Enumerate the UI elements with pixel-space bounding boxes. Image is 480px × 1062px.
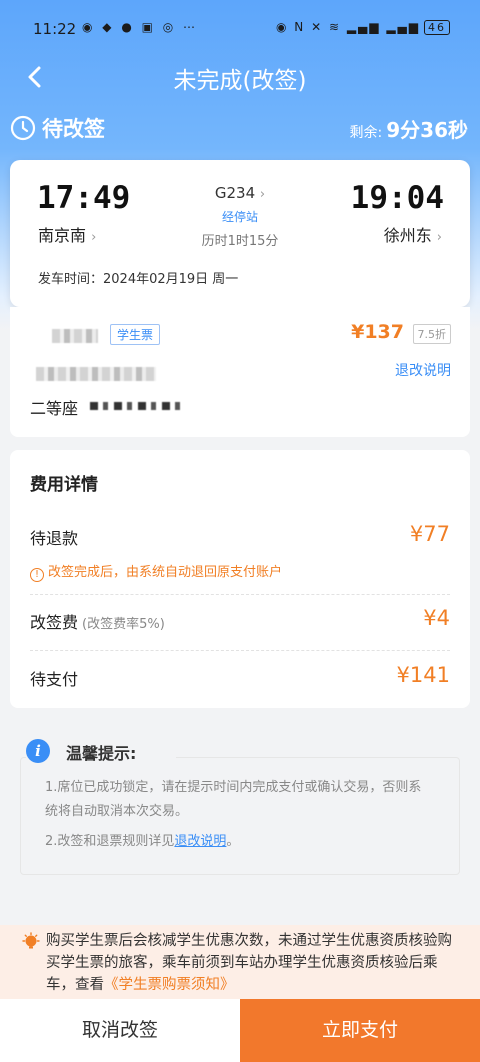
divider	[30, 594, 450, 595]
arrival-time: 19:04	[350, 180, 444, 216]
change-fee-row: 改签费 (改签费率5%) ¥4	[30, 606, 450, 636]
to-pay-label: 待支付	[30, 670, 79, 689]
tips-title: 温馨提示:	[66, 744, 137, 763]
info-icon: i	[26, 739, 50, 763]
id-number-blurred	[36, 367, 156, 381]
student-ticket-tag: 学生票	[110, 324, 161, 345]
status-label: 待改签	[42, 117, 105, 141]
pending-refund-row: 待退款 ¥77	[30, 522, 450, 552]
pending-refund-label: 待退款	[30, 529, 79, 548]
departure-date: 发车时间：2024年02月19日 周一	[38, 272, 239, 287]
tip-refund-rules-link[interactable]: 退改说明	[174, 834, 226, 849]
student-notice-bar: 购买学生票后会核减学生优惠次数，未通过学生优惠资质核验购买学生票的旅客，乘车前须…	[0, 925, 480, 999]
refund-rules-link[interactable]: 退改说明	[395, 360, 451, 380]
change-fee-value: ¥4	[423, 606, 450, 630]
status-time: 11:22	[33, 20, 77, 38]
countdown: 剩余: 9分36秒	[350, 114, 468, 143]
refund-note-text: 改签完成后，由系统自动退回原支付账户	[48, 565, 283, 580]
fee-details-card: 费用详情 待退款 ¥77 ! 改签完成后，由系统自动退回原支付账户 改签费 (改签费…	[10, 450, 470, 708]
arrival-station[interactable]: 徐州东 ›	[384, 222, 442, 246]
seat-number-blurred	[90, 402, 186, 410]
chevron-right-icon: ›	[259, 187, 266, 202]
ticket-price: ¥137	[351, 321, 404, 343]
change-fee-label-text: 改签费	[30, 613, 79, 632]
system-icons: ◉ N ✕ ≋ ▂▄▆ ▂▄▆ 46	[276, 20, 450, 35]
trip-card: 17:49 南京南 › G234 › 经停站 历时1时15分 19:04 徐州东…	[10, 160, 470, 307]
change-fee-label: 改签费 (改签费率5%)	[30, 609, 165, 633]
clock-icon	[10, 115, 36, 141]
pay-now-button[interactable]: 立即支付	[240, 999, 480, 1062]
countdown-value: 9分36秒	[386, 118, 468, 142]
to-pay-row: 待支付 ¥141	[30, 663, 450, 693]
to-pay-value: ¥141	[396, 663, 450, 687]
notice-text: 购买学生票后会核减学生优惠次数，未通过学生优惠资质核验购买学生票的旅客，乘车前须…	[46, 930, 466, 996]
change-fee-rate: (改签费率5%)	[82, 617, 165, 632]
seat-class: 二等座	[30, 399, 79, 418]
student-ticket-rules-link[interactable]: 《学生票购票须知》	[104, 977, 235, 993]
tip-2-prefix: 2.改签和退票规则详见	[45, 834, 175, 849]
tip-1: 1.席位已成功锁定，请在提示时间内完成支付或确认交易，否则系统将自动取消本次交易…	[45, 780, 422, 819]
status-bar: 11:22 ◉ ◆ ● ▣ ◎ ⋯ ◉ N ✕ ≋ ▂▄▆ ▂▄▆ 46	[0, 0, 480, 56]
signal-icons: ◉ N ✕ ≋ ▂▄▆ ▂▄▆	[276, 20, 420, 34]
lightbulb-icon	[22, 932, 40, 949]
arrival-station-name: 徐州东	[383, 226, 432, 245]
battery-icon: 46	[424, 20, 450, 35]
fee-details-title: 费用详情	[30, 475, 98, 495]
tips-header: i 温馨提示:	[26, 737, 176, 765]
refund-note: ! 改签完成后，由系统自动退回原支付账户	[30, 561, 282, 582]
train-number-text: G234	[214, 184, 256, 202]
divider	[30, 650, 450, 651]
passenger-name-blurred	[52, 329, 98, 343]
notification-icons: ◉ ◆ ● ▣ ◎ ⋯	[82, 20, 199, 34]
page-title: 未完成(改签)	[173, 68, 307, 94]
bottom-action-bar: 取消改签 立即支付	[0, 999, 480, 1062]
tips-section: 1.席位已成功锁定，请在提示时间内完成支付或确认交易，否则系统将自动取消本次交易…	[20, 737, 460, 875]
passenger-card: 学生票 ¥137 7.5折 退改说明 二等座	[10, 307, 470, 437]
cancel-change-button[interactable]: 取消改签	[0, 999, 240, 1062]
warning-icon: !	[30, 568, 44, 582]
nav-bar: 未完成(改签)	[0, 56, 480, 100]
countdown-label: 剩余:	[349, 125, 383, 141]
tip-2-suffix: 。	[226, 834, 240, 849]
tip-2: 2.改签和退票规则详见退改说明。	[45, 830, 425, 854]
chevron-right-icon: ›	[436, 230, 442, 245]
discount-badge: 7.5折	[412, 324, 451, 344]
pending-refund-value: ¥77	[409, 522, 450, 546]
tips-box: 1.席位已成功锁定，请在提示时间内完成支付或确认交易，否则系统将自动取消本次交易…	[20, 757, 460, 875]
order-status-row: 待改签 剩余: 9分36秒	[0, 112, 480, 144]
